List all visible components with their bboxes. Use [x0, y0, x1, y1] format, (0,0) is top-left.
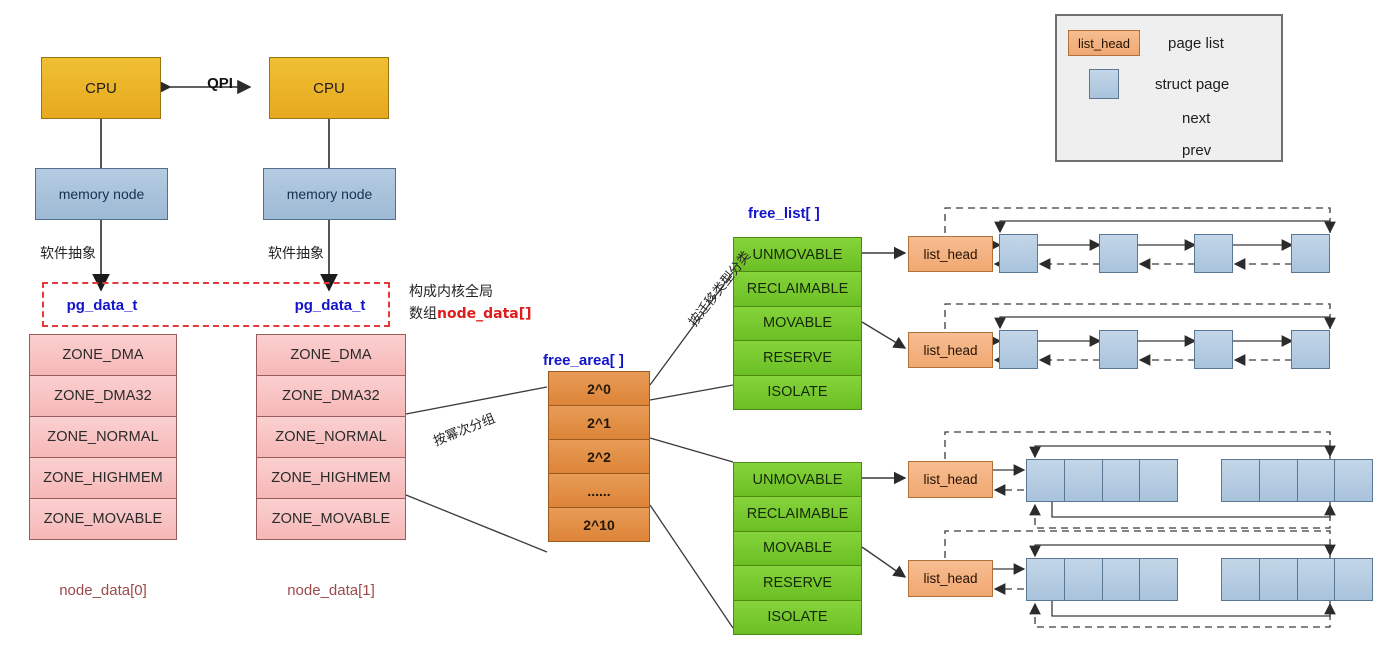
list-head-label: list_head [923, 342, 978, 358]
zone-cell: ZONE_MOVABLE [30, 499, 176, 539]
legend-label-page-list: page list [1168, 35, 1224, 52]
free-list-column-1: UNMOVABLE RECLAIMABLE MOVABLE RESERVE IS… [733, 462, 862, 635]
abstraction-label-1: 软件抽象 [268, 246, 324, 262]
struct-page-cell [1335, 559, 1372, 600]
free-list-title: free_list[ ] [748, 205, 820, 222]
struct-page-box [1194, 234, 1233, 273]
free-area-cell: 2^10 [549, 508, 649, 541]
memory-node-box-0: memory node [35, 168, 168, 220]
free-list-cell: MOVABLE [734, 306, 861, 342]
legend-label-next: next [1182, 110, 1211, 127]
diagram-canvas: CPU CPU QPI memory node memory node 软件抽象… [0, 0, 1384, 664]
zone-cell: ZONE_NORMAL [30, 417, 176, 458]
zone-cell: ZONE_DMA [257, 335, 405, 376]
legend-label-prev: prev [1182, 142, 1212, 159]
struct-page-group [1026, 459, 1178, 502]
free-area-column: 2^0 2^1 2^2 ...... 2^10 [548, 371, 650, 542]
struct-page-cell [1065, 460, 1103, 501]
list-head-box-3: list_head [908, 560, 993, 597]
struct-page-group [1221, 459, 1373, 502]
legend-struct-page-swatch [1089, 69, 1119, 99]
free-list-cell: ISOLATE [734, 600, 861, 634]
zone-cell: ZONE_HIGHMEM [30, 458, 176, 499]
node-data-note-prefix: 数组 [409, 306, 437, 322]
struct-page-box [1099, 330, 1138, 369]
struct-page-cell [1027, 460, 1065, 501]
legend-label-struct-page: struct page [1155, 76, 1230, 93]
struct-page-cell [1298, 460, 1336, 501]
list-head-box-2: list_head [908, 461, 993, 498]
struct-page-cell [1260, 559, 1298, 600]
zone-cell: ZONE_DMA [30, 335, 176, 376]
cpu-box-0: CPU [41, 57, 161, 119]
abstraction-label-0: 软件抽象 [40, 246, 96, 262]
struct-page-cell [1298, 559, 1336, 600]
struct-page-cell [1260, 460, 1298, 501]
struct-page-cell [1103, 460, 1141, 501]
zone-cell: ZONE_HIGHMEM [257, 458, 405, 499]
cpu-label: CPU [313, 79, 345, 97]
struct-page-cell [1335, 460, 1372, 501]
struct-page-cell [1222, 460, 1260, 501]
free-area-cell: 2^0 [549, 372, 649, 406]
zone-column-0: ZONE_DMA ZONE_DMA32 ZONE_NORMAL ZONE_HIG… [29, 334, 177, 540]
struct-page-box [999, 234, 1038, 273]
struct-page-cell [1103, 559, 1141, 600]
legend-list-head-label: list_head [1077, 35, 1131, 51]
struct-page-cell [1222, 559, 1260, 600]
memory-node-label: memory node [286, 186, 373, 202]
struct-page-cell [1065, 559, 1103, 600]
zone-column-1: ZONE_DMA ZONE_DMA32 ZONE_NORMAL ZONE_HIG… [256, 334, 406, 540]
list-head-label: list_head [923, 246, 978, 262]
cpu-label: CPU [85, 79, 117, 97]
cpu-box-1: CPU [269, 57, 389, 119]
free-list-cell: RESERVE [734, 566, 861, 601]
free-area-cell: 2^1 [549, 406, 649, 440]
struct-page-group [1026, 558, 1178, 601]
free-list-cell: MOVABLE [734, 531, 861, 567]
struct-page-cell [1140, 460, 1177, 501]
pg-data-t-label-0: pg_data_t [66, 297, 138, 314]
free-list-column-0: UNMOVABLE RECLAIMABLE MOVABLE RESERVE IS… [733, 237, 862, 410]
free-list-cell: RECLAIMABLE [734, 272, 861, 307]
free-list-cell: UNMOVABLE [734, 463, 861, 498]
legend-list-head-swatch: list_head [1068, 30, 1140, 56]
free-list-cell: RESERVE [734, 341, 861, 376]
free-list-cell: UNMOVABLE [734, 238, 861, 273]
list-head-label: list_head [923, 571, 978, 586]
struct-page-cell [1140, 559, 1177, 600]
struct-page-box [1291, 234, 1330, 273]
zone-cell: ZONE_DMA32 [30, 376, 176, 417]
struct-page-group [1221, 558, 1373, 601]
struct-page-cell [1027, 559, 1065, 600]
zone-cell: ZONE_NORMAL [257, 417, 405, 458]
struct-page-box [1291, 330, 1330, 369]
free-list-cell: ISOLATE [734, 375, 861, 409]
memory-node-label: memory node [58, 186, 145, 202]
free-area-cell: ...... [549, 474, 649, 508]
free-area-cell: 2^2 [549, 440, 649, 474]
list-head-box-0: list_head [908, 236, 993, 272]
free-list-cell: RECLAIMABLE [734, 497, 861, 532]
struct-page-box [1099, 234, 1138, 273]
free-area-edge-label: 按幂次分组 [431, 411, 498, 450]
zone-cell: ZONE_MOVABLE [257, 499, 405, 539]
node-data-array-name: node_data[] [437, 306, 532, 322]
qpi-label: QPI [207, 75, 233, 92]
node-data-caption-1: node_data[1] [287, 582, 375, 599]
node-data-caption-0: node_data[0] [59, 582, 147, 599]
list-head-label: list_head [923, 472, 978, 487]
list-head-box-1: list_head [908, 332, 993, 368]
node-data-note-line2: 数组node_data[] [409, 303, 532, 323]
free-area-title: free_area[ ] [543, 352, 624, 369]
memory-node-box-1: memory node [263, 168, 396, 220]
node-data-note-line1: 构成内核全局 [409, 284, 493, 300]
struct-page-box [1194, 330, 1233, 369]
zone-cell: ZONE_DMA32 [257, 376, 405, 417]
struct-page-box [999, 330, 1038, 369]
pg-data-t-label-1: pg_data_t [294, 297, 366, 314]
